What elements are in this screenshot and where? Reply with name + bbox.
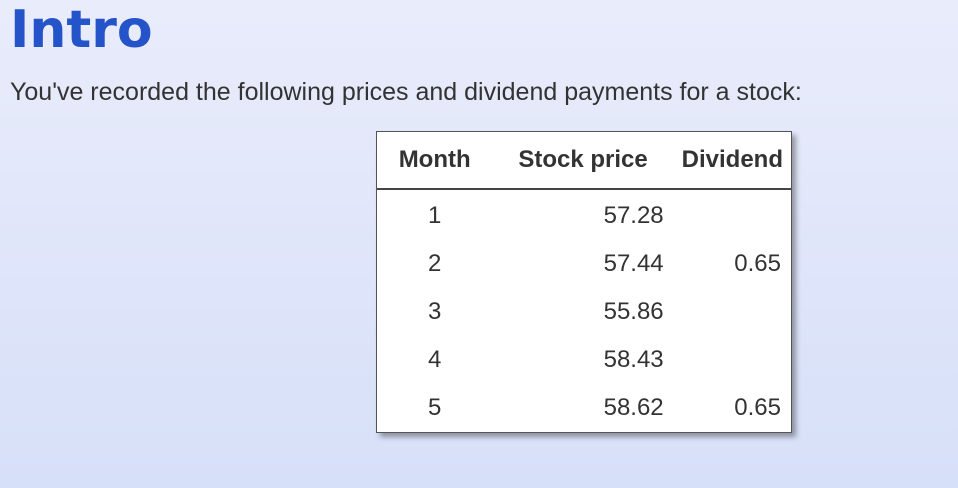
- table-row: 4 58.43: [377, 336, 791, 384]
- column-header-month: Month: [377, 132, 493, 190]
- column-header-dividend: Dividend: [673, 132, 791, 190]
- cell-dividend: 0.65: [734, 394, 781, 421]
- table-row: 3 55.86: [377, 288, 791, 336]
- stock-table: Month Stock price Dividend 1 57.28 2 57.…: [377, 132, 791, 432]
- cell-dividend: [674, 336, 791, 384]
- cell-month: 5: [428, 394, 442, 421]
- table-row: 1 57.28: [377, 189, 791, 240]
- cell-stock-price: 55.86: [603, 298, 664, 325]
- cell-stock-price: 57.28: [603, 202, 664, 229]
- intro-description: You've recorded the following prices and…: [10, 78, 802, 106]
- cell-stock-price: 57.44: [603, 250, 664, 277]
- table-header-row: Month Stock price Dividend: [377, 132, 791, 190]
- table-row: 2 57.44 0.65: [377, 240, 791, 288]
- cell-dividend: 0.65: [734, 250, 781, 277]
- cell-stock-price: 58.62: [603, 394, 664, 421]
- cell-stock-price: 58.43: [603, 346, 664, 373]
- cell-dividend: [674, 288, 791, 336]
- column-header-stock-price: Stock price: [492, 132, 674, 190]
- page-title: Intro: [10, 0, 153, 60]
- cell-month: 4: [428, 346, 442, 373]
- cell-month: 1: [428, 202, 442, 229]
- cell-month: 2: [428, 250, 442, 277]
- stock-data-table: Month Stock price Dividend 1 57.28 2 57.…: [376, 131, 792, 433]
- cell-dividend: [674, 189, 791, 240]
- table-row: 5 58.62 0.65: [377, 384, 791, 432]
- cell-month: 3: [428, 298, 442, 325]
